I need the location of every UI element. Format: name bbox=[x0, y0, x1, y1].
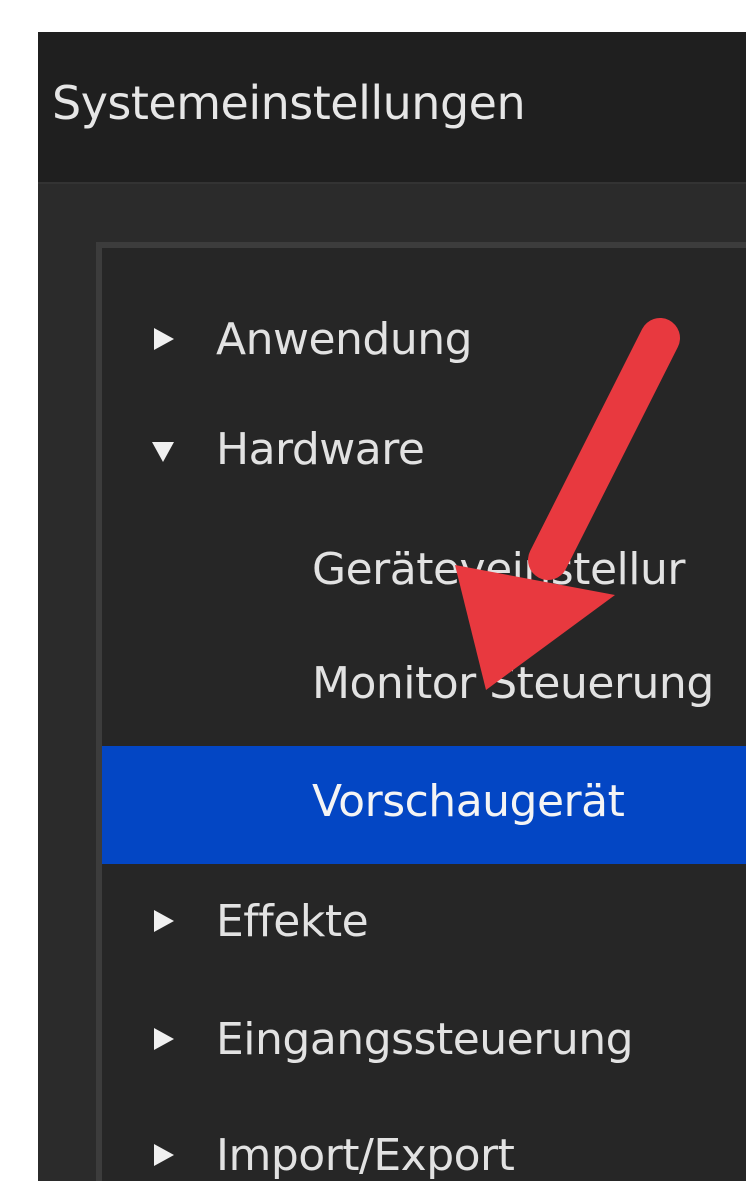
tree-item-label: Geräteveinstellur bbox=[312, 544, 685, 595]
tree-item-label: Monitor Steuerung bbox=[312, 658, 714, 709]
tree-item-effekte[interactable]: Effekte bbox=[102, 870, 746, 980]
triangle-right-icon[interactable] bbox=[154, 1144, 174, 1166]
tree-item-geraeteeinstellungen[interactable]: Geräteveinstellur bbox=[102, 518, 746, 628]
tree-item-import-export[interactable]: Import/Export bbox=[102, 1104, 746, 1181]
tree-item-label: Hardware bbox=[216, 424, 425, 475]
settings-tree: Anwendung Hardware Geräteveinstellur Mon… bbox=[96, 242, 746, 1181]
triangle-right-icon[interactable] bbox=[154, 910, 174, 932]
tree-item-vorschaugeraet[interactable]: Vorschaugerät bbox=[102, 746, 746, 864]
tree-item-label: Eingangssteuerung bbox=[216, 1014, 634, 1065]
tree-item-label: Vorschaugerät bbox=[312, 776, 625, 827]
tree-item-label: Anwendung bbox=[216, 314, 473, 365]
tree-item-label: Import/Export bbox=[216, 1130, 515, 1181]
title-bar: Systemeinstellungen bbox=[38, 32, 746, 184]
window-title: Systemeinstellungen bbox=[52, 76, 526, 130]
triangle-right-icon[interactable] bbox=[154, 328, 174, 350]
tree-item-anwendung[interactable]: Anwendung bbox=[102, 288, 746, 398]
settings-window: Systemeinstellungen Anwendung Hardware G… bbox=[38, 32, 746, 1181]
tree-item-monitor-steuerung[interactable]: Monitor Steuerung bbox=[102, 632, 746, 742]
triangle-down-icon[interactable] bbox=[152, 442, 174, 462]
tree-item-eingangssteuerung[interactable]: Eingangssteuerung bbox=[102, 988, 746, 1098]
tree-item-hardware[interactable]: Hardware bbox=[102, 398, 746, 508]
triangle-right-icon[interactable] bbox=[154, 1028, 174, 1050]
tree-item-label: Effekte bbox=[216, 896, 369, 947]
